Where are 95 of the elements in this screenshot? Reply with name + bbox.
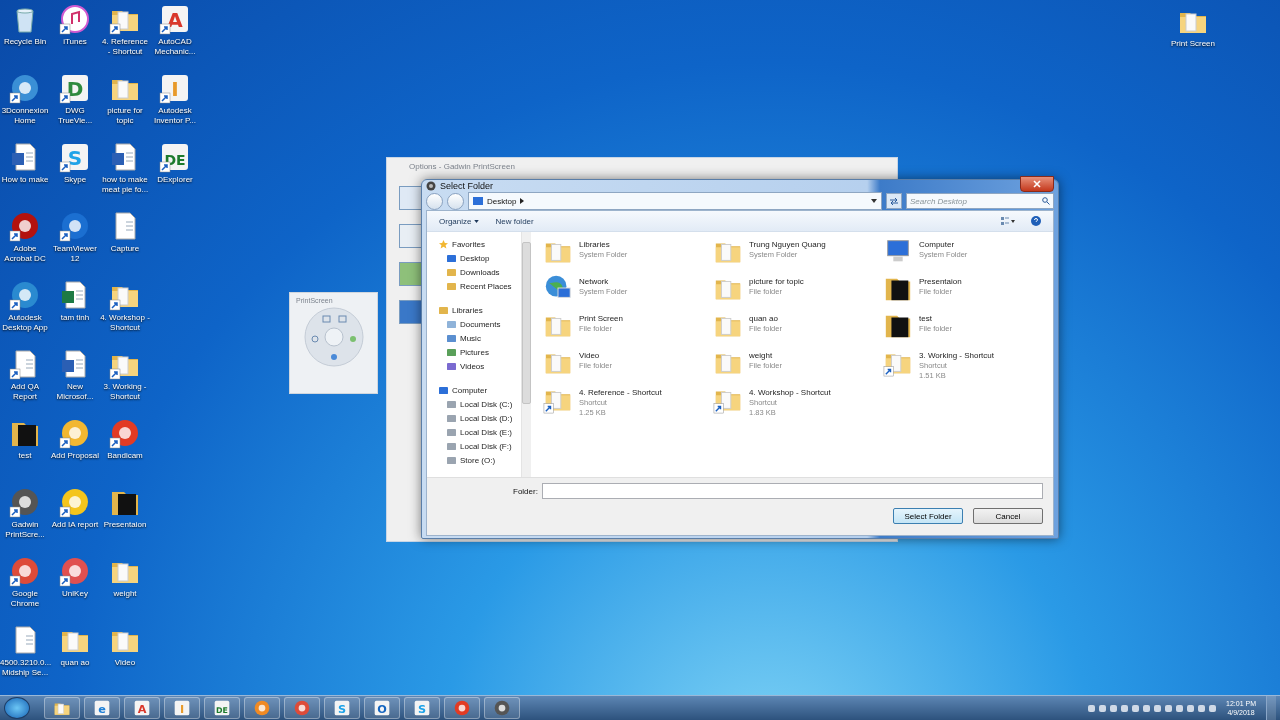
app-icon: I xyxy=(159,72,191,104)
nav-item[interactable]: Downloads xyxy=(439,266,521,279)
toolbar-button[interactable]: Organize xyxy=(435,214,484,228)
app-icon: O xyxy=(373,699,391,717)
desktop-icon-label[interactable]: New Microsof... xyxy=(50,382,100,402)
app-icon: I xyxy=(173,699,191,717)
desktop-icon-label[interactable]: Video xyxy=(100,658,150,668)
folder-label: Folder: xyxy=(513,486,538,496)
desktop-icon-label[interactable]: UniKey xyxy=(50,589,100,599)
refresh-icon xyxy=(889,197,899,205)
folder-input-field[interactable] xyxy=(541,483,1043,499)
star-icon xyxy=(439,240,448,249)
nav-item[interactable]: Recent Places xyxy=(439,280,521,293)
camera-icon xyxy=(426,181,436,191)
desktop-icon-label[interactable]: tam tinh xyxy=(50,313,100,323)
nav-item[interactable]: Store (O:) xyxy=(439,454,521,467)
settings-tab-icon[interactable] xyxy=(399,186,423,210)
desktop-icon-label[interactable]: Print Screen xyxy=(1168,39,1218,49)
back-button[interactable] xyxy=(426,192,443,210)
desktop-icon-label[interactable]: iTunes xyxy=(50,37,100,47)
app-icon: D xyxy=(59,72,91,104)
refresh-button[interactable] xyxy=(886,193,902,209)
taskbar-button[interactable] xyxy=(444,697,480,719)
toolbar-button[interactable]: New folder xyxy=(491,214,538,228)
nav-item[interactable]: Local Disk (E:) xyxy=(439,426,521,439)
nav-item[interactable]: Local Disk (F:) xyxy=(439,440,521,453)
nav-item[interactable]: Documents xyxy=(439,318,521,331)
desktop-icon-label[interactable]: test xyxy=(0,451,50,461)
taskbar-button[interactable] xyxy=(284,697,320,719)
nav-item[interactable]: Local Disk (D:) xyxy=(439,412,521,425)
app-icon: S xyxy=(333,699,351,717)
desktop-icon-label[interactable]: Adobe Acrobat DC xyxy=(0,244,50,264)
address-text: Desktop xyxy=(487,196,517,206)
desktop-icon-label[interactable]: Capture xyxy=(100,244,150,254)
desktop-icon-label[interactable]: Gadwin PrintScre... xyxy=(0,520,50,540)
app-icon: S xyxy=(413,699,431,717)
desktop-icon-label[interactable]: Add Proposal xyxy=(50,451,100,461)
taskbar-button[interactable] xyxy=(44,697,80,719)
desktop-icon-label[interactable]: DWG TrueVie... xyxy=(50,106,100,126)
desktop-icon-label[interactable]: weight xyxy=(100,589,150,599)
nav-item[interactable]: Libraries xyxy=(439,304,521,317)
nav-item[interactable]: Favorites xyxy=(439,238,521,251)
view-icon xyxy=(1001,217,1015,225)
desktop-icon-label[interactable]: Recycle Bin xyxy=(0,37,50,47)
forward-button[interactable] xyxy=(447,192,464,210)
dialog-button[interactable]: Select Folder xyxy=(893,508,963,524)
desktop-icon-label[interactable]: Presentaion xyxy=(100,520,150,530)
nav-item[interactable]: Local Disk (C:) xyxy=(439,398,521,411)
desktop-icon-label[interactable]: Skype xyxy=(50,175,100,185)
help-icon xyxy=(1031,216,1041,226)
show-desktop-button[interactable] xyxy=(1266,696,1276,720)
desktop-icon-label[interactable]: How to make xyxy=(0,175,50,185)
desktop-icon-label[interactable]: DExplorer xyxy=(150,175,200,185)
desktop-icon-label[interactable]: Add QA Report xyxy=(0,382,50,402)
desktop-icon-label[interactable]: 4. Reference - Shortcut xyxy=(100,37,150,57)
settings-tab-icon[interactable] xyxy=(399,224,423,248)
desktop-icon-label[interactable]: quan ao xyxy=(50,658,100,668)
address-bar[interactable]: Desktop xyxy=(468,192,882,210)
dialog-button[interactable]: Cancel xyxy=(973,508,1043,524)
taskbar-button[interactable] xyxy=(244,697,280,719)
desktop-icon-label[interactable]: Add IA report xyxy=(50,520,100,530)
desktop-icon-label[interactable]: 3. Working - Shortcut xyxy=(100,382,150,402)
taskbar-button[interactable]: O xyxy=(364,697,400,719)
desktop-icon-label[interactable]: 4500.3210.0... Midship Se... xyxy=(0,658,50,678)
close-icon xyxy=(1033,180,1041,188)
taskbar-button[interactable] xyxy=(484,697,520,719)
dialog-title: Select Folder xyxy=(440,181,495,191)
settings-tab-icon[interactable] xyxy=(399,262,423,286)
taskbar-button[interactable]: e xyxy=(84,697,120,719)
taskbar-button[interactable]: A xyxy=(124,697,160,719)
window-title: Options - Gadwin PrintScreen xyxy=(408,161,516,173)
desktop-icon-label[interactable]: 4. Workshop - Shortcut xyxy=(100,313,150,333)
desktop-icon-label[interactable]: Autodesk Desktop App xyxy=(0,313,50,333)
start-button[interactable] xyxy=(4,697,30,719)
desktop-icon-label[interactable]: AutoCAD Mechanic... xyxy=(150,37,200,57)
scrollbar[interactable] xyxy=(520,232,531,477)
nav-item[interactable]: Videos xyxy=(439,360,521,373)
nav-item[interactable]: Computer xyxy=(439,384,521,397)
desktop-icon-label[interactable]: picture for topic xyxy=(100,106,150,126)
app-icon: S xyxy=(59,141,91,173)
desktop-icon-label[interactable]: 3Dconnexion Home xyxy=(0,106,50,126)
settings-tab-icon[interactable] xyxy=(399,300,423,324)
chevron-icon[interactable] xyxy=(520,198,525,204)
nav-item[interactable]: Music xyxy=(439,332,521,345)
close-button[interactable] xyxy=(1020,176,1054,192)
desktop-icon-label[interactable]: TeamViewer 12 xyxy=(50,244,100,264)
desktop-icon-label[interactable]: Bandicam xyxy=(100,451,150,461)
desktop-icon-label[interactable]: Google Chrome xyxy=(0,589,50,609)
caret-icon[interactable] xyxy=(871,199,877,203)
desktop-icon-label[interactable]: Autodesk Inventor P... xyxy=(150,106,200,126)
nav-item[interactable]: Pictures xyxy=(439,346,521,359)
nav-item[interactable]: Desktop xyxy=(439,252,521,265)
app-icon: e xyxy=(93,699,111,717)
app-icon: A xyxy=(133,699,151,717)
desktop-icon-label[interactable]: how to make meat pie fo... xyxy=(100,175,150,195)
